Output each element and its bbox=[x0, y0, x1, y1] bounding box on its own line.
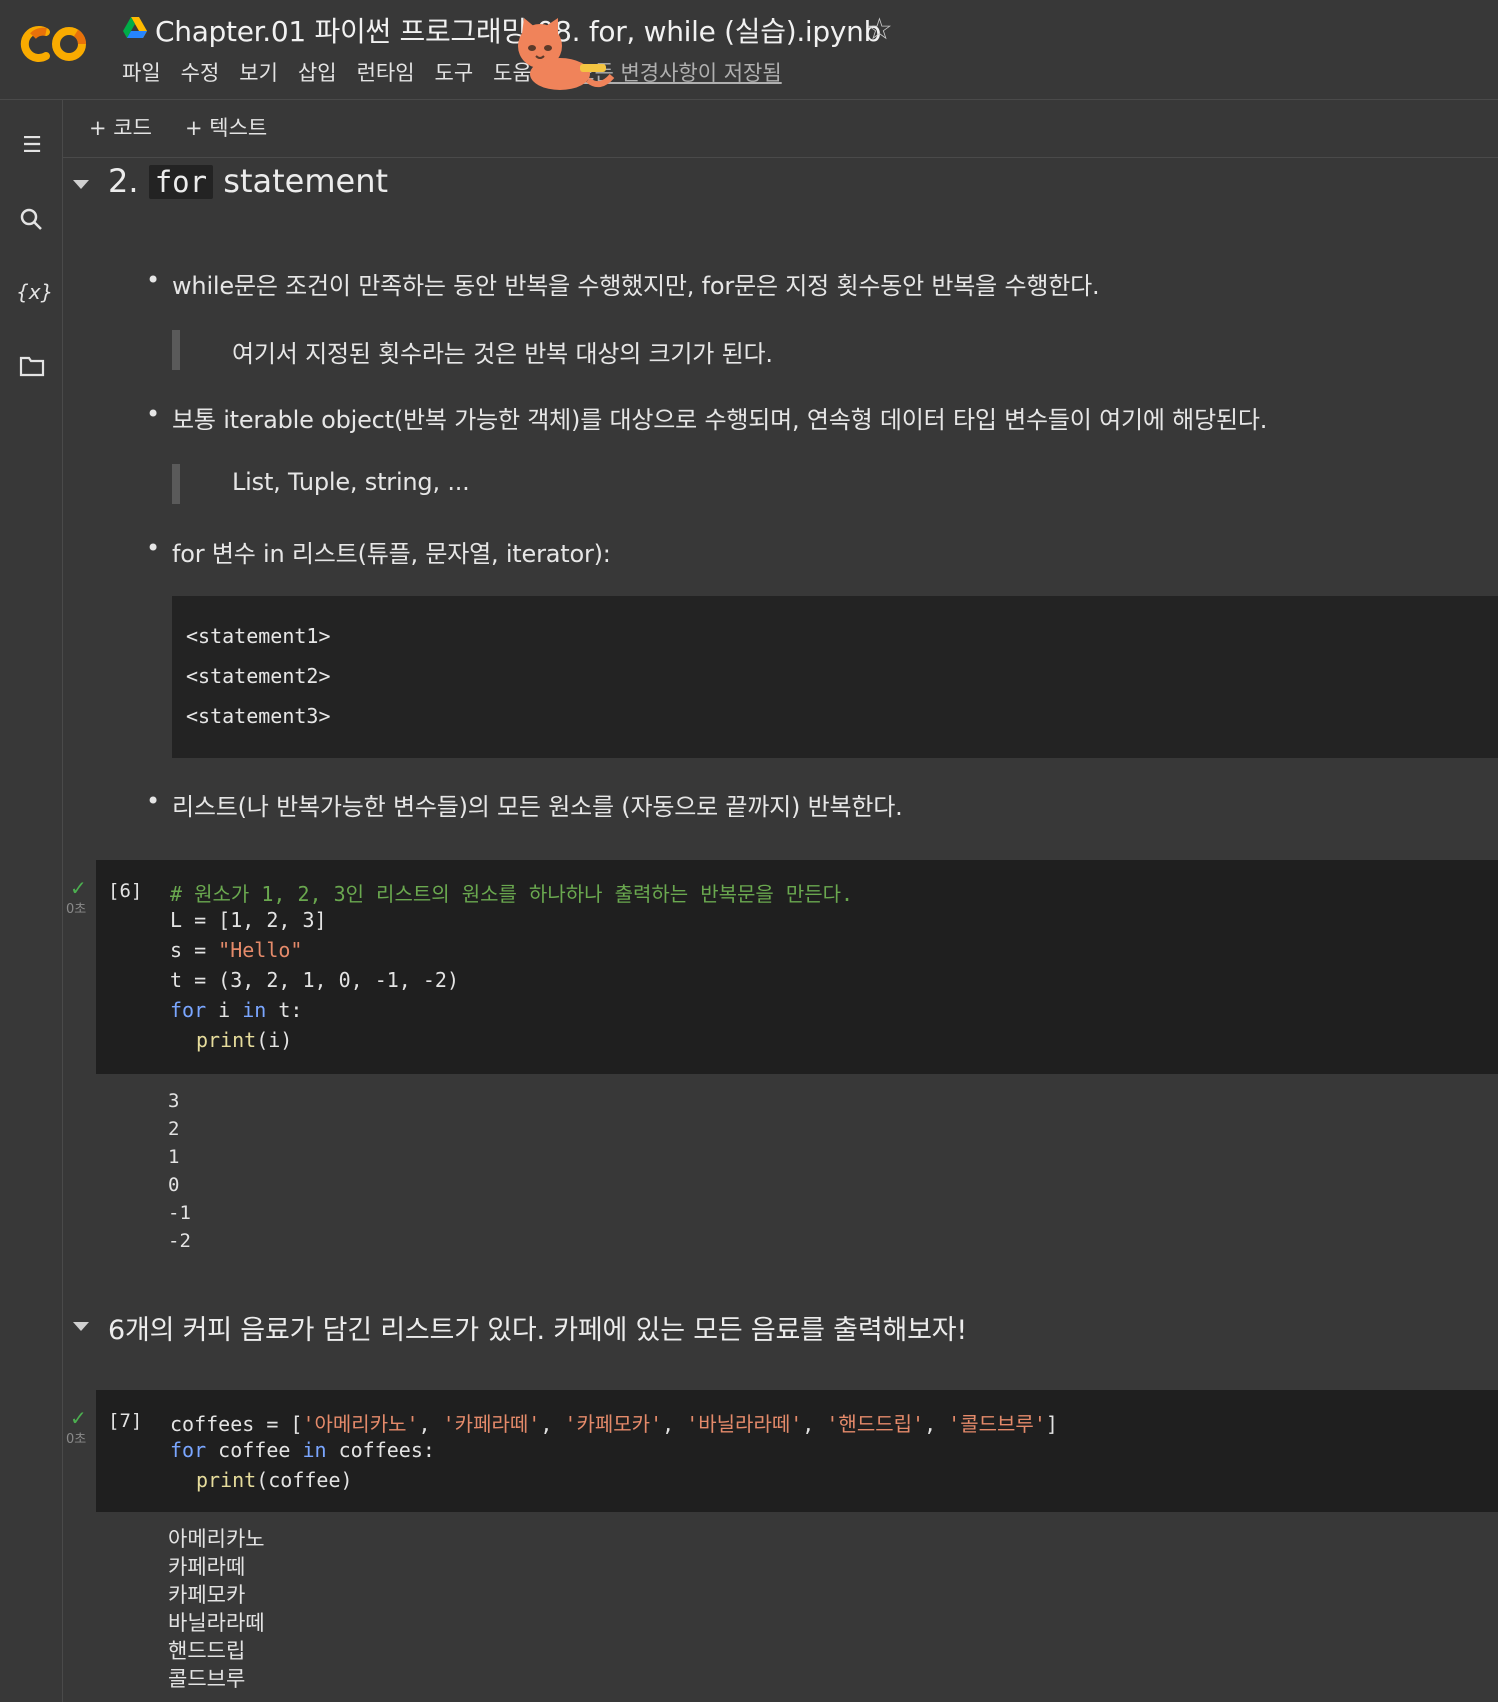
left-sidebar: ☰ {x} bbox=[0, 100, 63, 1702]
google-drive-icon[interactable] bbox=[122, 16, 148, 40]
run-success-check-icon: ✓ bbox=[70, 1406, 87, 1430]
list-item: while문은 조건이 만족하는 동안 반복을 수행했지만, for문은 지정 … bbox=[146, 266, 1100, 301]
inline-code: for bbox=[148, 165, 214, 199]
add-code-button[interactable]: + 코드 bbox=[89, 112, 152, 144]
blockquote-text: 여기서 지정된 횟수라는 것은 반복 대상의 크기가 된다. bbox=[232, 340, 773, 368]
menu-bar: 파일 수정 보기 삽입 런타임 도구 도움말 모든 변경사항이 저장됨 bbox=[112, 58, 782, 88]
run-success-check-icon: ✓ bbox=[70, 876, 87, 900]
folder-icon[interactable] bbox=[16, 350, 48, 382]
blockquote-bar bbox=[172, 330, 180, 370]
code-cell[interactable]: [6] # 원소가 1, 2, 3인 리스트의 원소를 하나하나 출력하는 반복… bbox=[96, 860, 1498, 1074]
list-item: for 변수 in 리스트(튜플, 문자열, iterator): bbox=[146, 534, 611, 569]
execution-time: 0초 bbox=[66, 1432, 87, 1447]
code-line: s = "Hello" bbox=[170, 938, 303, 962]
menu-file[interactable]: 파일 bbox=[112, 58, 171, 88]
execution-count[interactable]: [7] bbox=[108, 1410, 142, 1432]
markdown-code-block: <statement1> <statement2> <statement3> bbox=[172, 596, 1498, 758]
collapse-section-icon[interactable] bbox=[73, 1322, 89, 1331]
section-heading: 2. for statement bbox=[108, 162, 389, 200]
section-heading: 6개의 커피 음료가 담긴 리스트가 있다. 카페에 있는 모든 음료를 출력해… bbox=[108, 1315, 968, 1346]
code-line: print(coffee) bbox=[196, 1468, 353, 1492]
list-item: 리스트(나 반복가능한 변수들)의 모든 원소를 (자동으로 끝까지) 반복한다… bbox=[146, 787, 903, 822]
code-line: t = (3, 2, 1, 0, -1, -2) bbox=[170, 968, 459, 992]
variables-icon[interactable]: {x} bbox=[16, 276, 53, 308]
code-line: for i in t: bbox=[170, 998, 303, 1022]
collapse-section-icon[interactable] bbox=[73, 180, 89, 189]
table-of-contents-icon[interactable]: ☰ bbox=[16, 130, 48, 162]
code-line: print(i) bbox=[196, 1028, 293, 1052]
star-icon[interactable]: ☆ bbox=[866, 12, 893, 47]
menu-edit[interactable]: 수정 bbox=[171, 58, 230, 88]
blockquote-bar bbox=[172, 464, 180, 504]
cat-mascot-icon bbox=[518, 18, 615, 90]
code-cell[interactable]: [7] coffees = ['아메리카노', '카페라떼', '카페모카', … bbox=[96, 1390, 1498, 1512]
menu-tools[interactable]: 도구 bbox=[425, 58, 484, 88]
blockquote-text: List, Tuple, string, ... bbox=[232, 468, 470, 496]
code-comment: # 원소가 1, 2, 3인 리스트의 원소를 하나하나 출력하는 반복문을 만… bbox=[170, 882, 854, 906]
add-text-button[interactable]: + 텍스트 bbox=[185, 112, 267, 144]
menu-view[interactable]: 보기 bbox=[229, 58, 288, 88]
menu-runtime[interactable]: 런타임 bbox=[347, 58, 425, 88]
code-line: coffees = ['아메리카노', '카페라떼', '카페모카', '바닐라… bbox=[170, 1412, 1058, 1436]
notebook-toolbar: + 코드 + 텍스트 bbox=[63, 100, 1498, 158]
search-icon[interactable] bbox=[16, 204, 48, 236]
code-line: for coffee in coffees: bbox=[170, 1438, 435, 1462]
execution-count[interactable]: [6] bbox=[108, 880, 142, 902]
app-header: Chapter.01 파이썬 프로그래밍-08. for, while (실습)… bbox=[0, 0, 1498, 100]
execution-time: 0초 bbox=[66, 902, 87, 917]
menu-insert[interactable]: 삽입 bbox=[288, 58, 347, 88]
list-item: 보통 iterable object(반복 가능한 객체)를 대상으로 수행되며… bbox=[146, 400, 1267, 435]
colab-logo[interactable] bbox=[20, 22, 90, 66]
code-line: L = [1, 2, 3] bbox=[170, 908, 327, 932]
